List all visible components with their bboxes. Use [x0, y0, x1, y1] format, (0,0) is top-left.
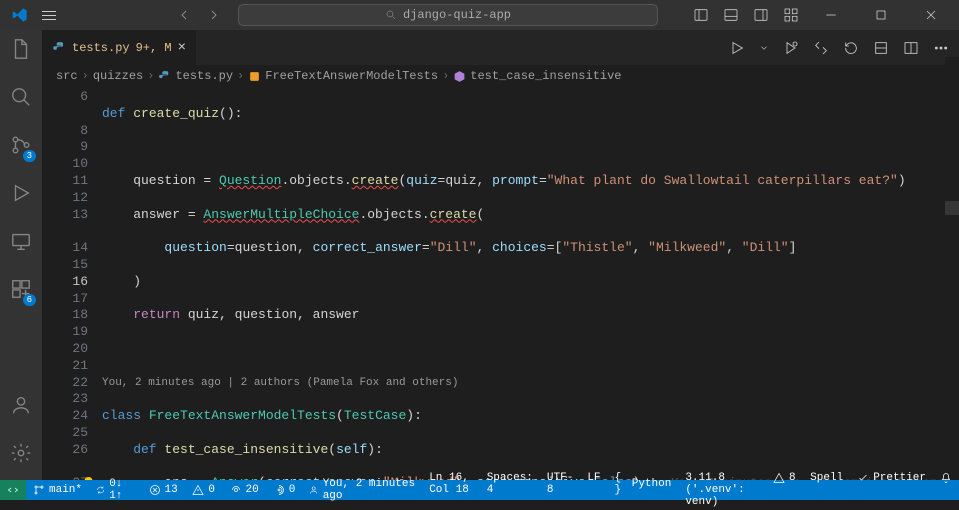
- breadcrumb-item[interactable]: tests.py: [175, 69, 233, 83]
- cursor-position[interactable]: Ln 16, Col 18: [422, 472, 480, 496]
- layout-sidebar-left-icon[interactable]: [693, 7, 709, 23]
- command-center-text: django-quiz-app: [403, 8, 511, 22]
- run-icon[interactable]: [729, 40, 745, 56]
- nav-back-icon[interactable]: [176, 7, 192, 23]
- breadcrumb-item[interactable]: test_case_insensitive: [470, 69, 621, 83]
- remote-indicator[interactable]: [0, 480, 26, 500]
- maximize-button[interactable]: [863, 7, 899, 23]
- nav-forward-icon[interactable]: [206, 7, 222, 23]
- accounts-button[interactable]: [10, 394, 32, 420]
- breadcrumb[interactable]: src› quizzes› tests.py› FreeTextAnswerMo…: [42, 65, 959, 87]
- breadcrumb-item[interactable]: quizzes: [93, 69, 143, 83]
- breadcrumb-item[interactable]: FreeTextAnswerModelTests: [265, 69, 438, 83]
- chevron-down-icon[interactable]: [759, 40, 769, 56]
- activity-bar: 3 6: [0, 30, 42, 480]
- tab-status: 9+, M: [136, 41, 172, 55]
- encoding[interactable]: UTF-8: [540, 472, 580, 496]
- run-debug-view-button[interactable]: [10, 182, 32, 208]
- tab-bar: tests.py 9+, M ×: [42, 30, 959, 65]
- minimap-slider[interactable]: [945, 201, 959, 215]
- code-editor[interactable]: 68910111213 14151617181920212223242526 2…: [42, 87, 959, 480]
- vscode-logo-icon: [12, 7, 28, 23]
- testing-view-button[interactable]: 6: [10, 278, 32, 304]
- python-interpreter[interactable]: 3.11.8 ('.venv': venv): [678, 472, 766, 508]
- minimap[interactable]: [945, 57, 959, 480]
- scm-view-button[interactable]: 3: [10, 134, 32, 160]
- line-gutter: 68910111213 14151617181920212223242526 2…: [42, 87, 102, 480]
- title-bar: django-quiz-app: [0, 0, 959, 30]
- status-bar: main* 0↓ 1↑ 13 0 20 0 You, 2 minutes ago…: [0, 480, 959, 500]
- remote-view-button[interactable]: [10, 230, 32, 256]
- settings-button[interactable]: [10, 442, 32, 468]
- codelens[interactable]: You, 2 minutes ago | 2 authors (Pamela F…: [102, 375, 959, 392]
- breadcrumb-item[interactable]: src: [56, 69, 78, 83]
- eol[interactable]: LF: [580, 472, 607, 484]
- language-mode[interactable]: { } Python: [608, 472, 679, 496]
- python-file-icon: [52, 41, 66, 55]
- command-center-search[interactable]: django-quiz-app: [238, 4, 658, 26]
- prettier-status[interactable]: Prettier: [850, 472, 933, 484]
- notifications-button[interactable]: [933, 472, 959, 484]
- split-editor-icon[interactable]: [903, 40, 919, 56]
- git-branch[interactable]: main*: [26, 480, 89, 500]
- scm-badge: 3: [23, 150, 36, 162]
- more-actions-icon[interactable]: [933, 40, 949, 56]
- layout-panel-icon[interactable]: [723, 7, 739, 23]
- live-share[interactable]: 0: [266, 480, 303, 500]
- spell-checker[interactable]: 8 Spell: [766, 472, 850, 484]
- compare-icon[interactable]: [813, 40, 829, 56]
- blame-status[interactable]: You, 2 minutes ago: [302, 480, 422, 500]
- tab-filename: tests.py: [72, 41, 130, 55]
- search-view-button[interactable]: [10, 86, 32, 112]
- minimize-button[interactable]: [813, 7, 849, 23]
- search-icon: [385, 9, 397, 21]
- debug-run-icon[interactable]: [783, 40, 799, 56]
- code-area[interactable]: def create_quiz(): question = Question.o…: [102, 87, 959, 480]
- indentation[interactable]: Spaces: 4: [480, 472, 540, 496]
- close-window-button[interactable]: [913, 7, 949, 23]
- python-file-icon: [158, 70, 171, 83]
- menu-button[interactable]: [42, 8, 56, 23]
- symbol-method-icon: [453, 70, 466, 83]
- symbol-class-icon: [248, 70, 261, 83]
- tab-close-button[interactable]: ×: [178, 40, 186, 56]
- layout-sidebar-right-icon[interactable]: [753, 7, 769, 23]
- explorer-view-button[interactable]: [10, 38, 32, 64]
- git-sync[interactable]: 0↓ 1↑: [89, 480, 141, 500]
- open-preview-icon[interactable]: [873, 40, 889, 56]
- customize-layout-icon[interactable]: [783, 7, 799, 23]
- revert-icon[interactable]: [843, 40, 859, 56]
- problems[interactable]: 13 0 20: [142, 480, 266, 500]
- testing-badge: 6: [23, 294, 36, 306]
- tab-tests-py[interactable]: tests.py 9+, M ×: [42, 30, 197, 65]
